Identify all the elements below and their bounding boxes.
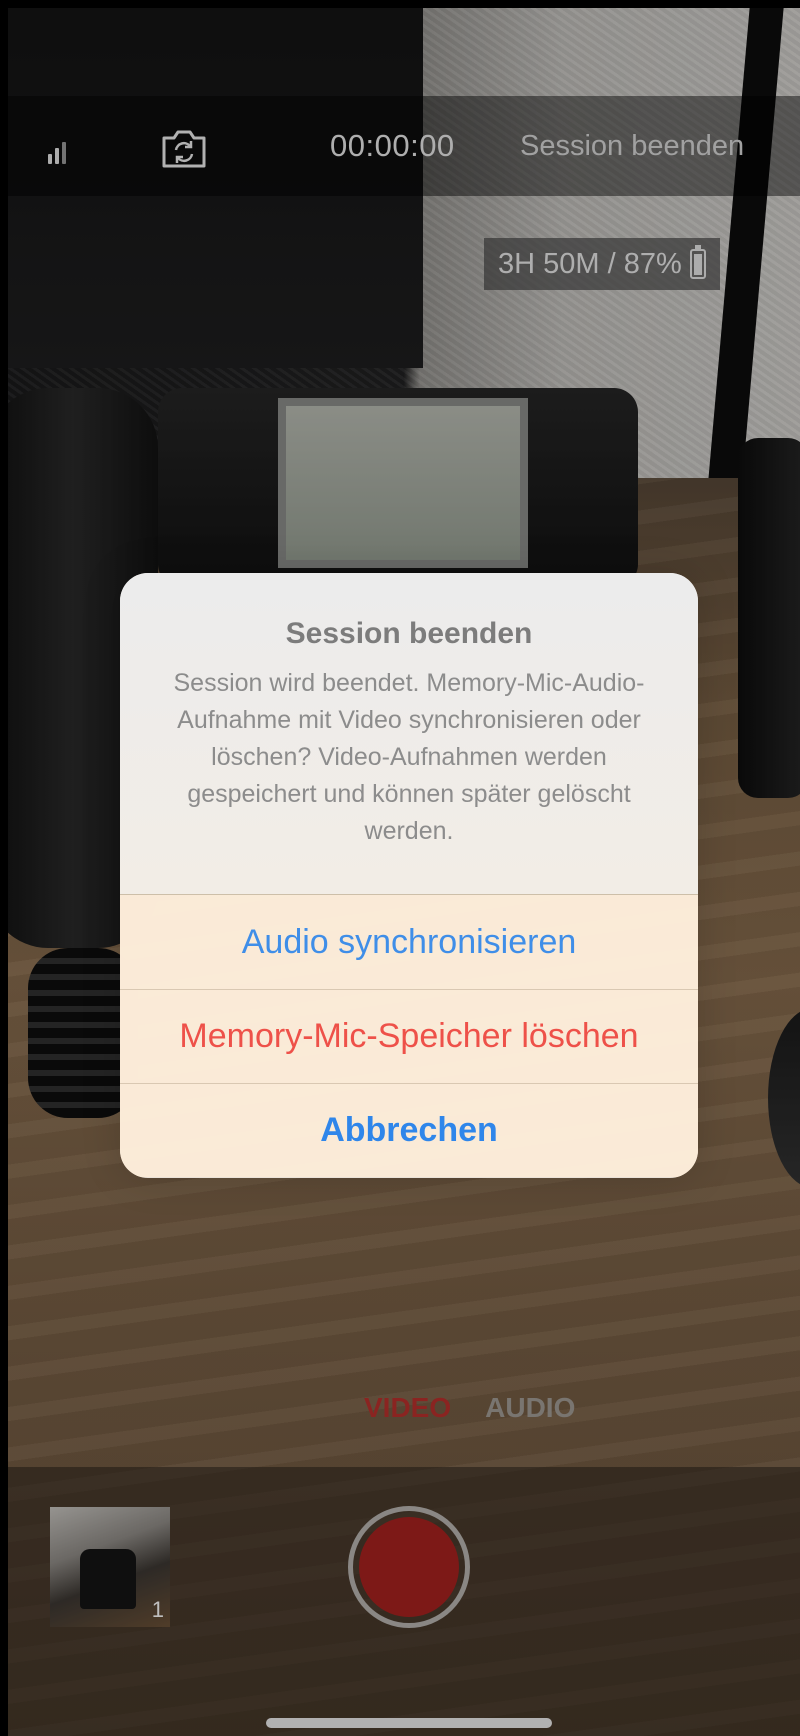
- sync-audio-button[interactable]: Audio synchronisieren: [120, 895, 698, 989]
- delete-memory-mic-button[interactable]: Memory-Mic-Speicher löschen: [120, 989, 698, 1083]
- alert-body: Session beenden Session wird beendet. Me…: [120, 573, 698, 895]
- alert-message: Session wird beendet. Memory-Mic-Audio-A…: [173, 669, 645, 845]
- cancel-button[interactable]: Abbrechen: [120, 1083, 698, 1177]
- end-session-alert: Session beenden Session wird beendet. Me…: [120, 573, 698, 1178]
- alert-title: Session beenden: [285, 617, 533, 650]
